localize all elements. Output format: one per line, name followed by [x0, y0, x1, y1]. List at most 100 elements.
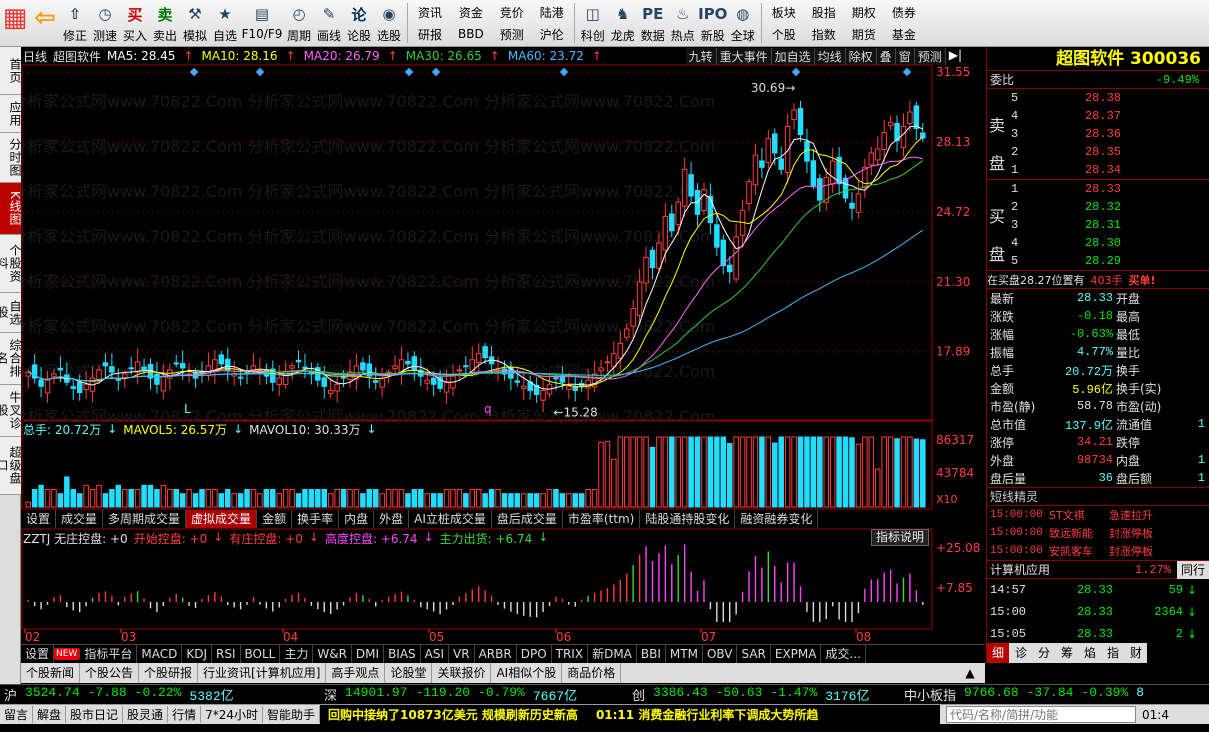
- toolbar.buttons-7[interactable]: ★ 自选: [210, 0, 240, 46]
- index-item[interactable]: 中小板指 9766.68 -37.84 -0.39% 8: [900, 685, 1148, 704]
- buy-level[interactable]: 4 28.30: [987, 234, 1209, 252]
- collapse-up-icon[interactable]: ▲: [955, 663, 985, 683]
- event-diamond-icon[interactable]: [431, 67, 441, 77]
- bottom-tab-1[interactable]: NEW: [54, 648, 81, 660]
- peer-button[interactable]: 同行: [1176, 560, 1209, 579]
- status-item-0[interactable]: 留言: [0, 706, 34, 723]
- toolbar.buttons2-5[interactable]: ◍ 全球: [728, 0, 758, 46]
- bottom-tab-13[interactable]: ARBR: [475, 645, 517, 663]
- event-diamond-icon[interactable]: [404, 67, 414, 77]
- buy-level[interactable]: 5 28.29: [987, 252, 1209, 270]
- indicator-tab-2[interactable]: 多周期成交量: [103, 510, 187, 528]
- panel-tab-1[interactable]: 诊: [1010, 643, 1032, 663]
- bottom-tab-20[interactable]: SAR: [737, 645, 771, 663]
- panel-tab-2[interactable]: 分: [1033, 643, 1055, 663]
- toolbar.buttons-8[interactable]: ▤ F10/F9: [240, 0, 284, 46]
- indicator-help-button[interactable]: 指标说明: [871, 529, 930, 546]
- left-tab-5[interactable]: 自选股: [0, 293, 22, 333]
- kline-chart-area[interactable]: 日线 超图软件 MA5: 28.45 ↑ MA10: 28.16 ↑ MA20: 26.…: [21, 47, 985, 643]
- toolbar-link-grid1-7[interactable]: 沪伦: [533, 24, 571, 44]
- info-tab-7[interactable]: AI相似个股: [491, 663, 563, 683]
- info-tab-0[interactable]: 个股新闻: [21, 663, 81, 683]
- panel-tab-6[interactable]: 财: [1125, 643, 1147, 663]
- toolbar-link-grid2-3[interactable]: 指数: [805, 24, 843, 44]
- toolbar.buttons-11[interactable]: 论论股: [344, 0, 374, 46]
- bottom-tab-10[interactable]: BIAS: [384, 645, 421, 663]
- bottom-tab-4[interactable]: KDJ: [182, 645, 212, 663]
- indicator-tab-7[interactable]: 外盘: [374, 510, 410, 528]
- toolbar-link-grid1-1[interactable]: 研报: [411, 24, 449, 44]
- info-tab-6[interactable]: 关联报价: [432, 663, 492, 683]
- indicator-tab-9[interactable]: 盘后成交量: [492, 510, 563, 528]
- toolbar.buttons-9[interactable]: ◴ 周期: [284, 0, 314, 46]
- panel-tab-4[interactable]: 焰: [1079, 643, 1101, 663]
- bottom-tab-3[interactable]: MACD: [137, 645, 183, 663]
- bottom-tab-18[interactable]: MTM: [666, 645, 703, 663]
- indicator-tab-10[interactable]: 市盈率(ttm): [563, 510, 641, 528]
- toolbar.buttons2-0[interactable]: ◫ 科创: [578, 0, 608, 46]
- bottom-tab-15[interactable]: TRIX: [552, 645, 589, 663]
- bottom-tab-14[interactable]: DPO: [517, 645, 552, 663]
- left-tab-3[interactable]: K线图: [0, 183, 22, 235]
- indicator-tab-0[interactable]: 设置: [21, 510, 57, 528]
- toolbar-link-grid2-5[interactable]: 期货: [845, 24, 883, 44]
- left-tab-0[interactable]: 首页: [0, 47, 22, 95]
- left-tab-1[interactable]: 应用: [0, 95, 22, 133]
- event-diamond-icon[interactable]: [255, 67, 265, 77]
- toolbar-link-grid1-3[interactable]: BBD: [451, 24, 491, 44]
- info-tab-1[interactable]: 个股公告: [80, 663, 140, 683]
- buy-level[interactable]: 2 28.32: [987, 198, 1209, 216]
- back-arrow-button[interactable]: ⇦: [30, 0, 60, 46]
- toolbar-link-grid1-5[interactable]: 预测: [493, 24, 531, 44]
- toolbar.buttons-4[interactable]: 买买入: [120, 0, 150, 46]
- status-item-2[interactable]: 股市日记: [66, 706, 124, 723]
- toolbar-link-grid2-1[interactable]: 个股: [765, 24, 803, 44]
- news-ticker[interactable]: 回购中接纳了10873亿美元 规模刷新历史新高 01:11 消费金融行业利率下调成…: [320, 704, 940, 725]
- left-tab-8[interactable]: 超级盘口: [0, 437, 22, 495]
- indicator-tab-4[interactable]: 金额: [257, 510, 293, 528]
- toolbar-link-grid1-0[interactable]: 资讯: [411, 2, 449, 22]
- left-tab-2[interactable]: 分时图: [0, 133, 22, 183]
- toolbar.buttons-5[interactable]: 卖卖出: [150, 0, 180, 46]
- sell-level[interactable]: 5 28.38: [987, 89, 1209, 107]
- info-tab-4[interactable]: 高手观点: [326, 663, 386, 683]
- toolbar.buttons-3[interactable]: ◷ 测速: [90, 0, 120, 46]
- status-item-5[interactable]: 7*24小时: [201, 706, 263, 723]
- left-tab-4[interactable]: 个股资料: [0, 235, 22, 293]
- buy-level[interactable]: 3 28.31: [987, 216, 1209, 234]
- status-item-1[interactable]: 解盘: [33, 706, 67, 723]
- info-tab-5[interactable]: 论股堂: [385, 663, 433, 683]
- indicator-tab-12[interactable]: 融资融券变化: [735, 510, 819, 528]
- indicator-tab-3[interactable]: 虚拟成交量: [186, 510, 258, 528]
- short-line-item[interactable]: 15:00:00 ST文祺 急速拉升: [987, 506, 1209, 524]
- index-item[interactable]: 深 14901.97 -119.20 -0.79% 7667亿: [320, 685, 628, 704]
- event-diamond-icon[interactable]: [791, 67, 801, 77]
- bottom-tab-11[interactable]: ASI: [421, 645, 450, 663]
- bottom-tab-17[interactable]: BBI: [637, 645, 666, 663]
- toolbar-link-grid2-2[interactable]: 股指: [805, 2, 843, 22]
- info-tab-8[interactable]: 商品价格: [562, 663, 622, 683]
- toolbar-link-grid2-7[interactable]: 基金: [885, 24, 923, 44]
- sell-level[interactable]: 2 28.35: [987, 143, 1209, 161]
- info-tab-3[interactable]: 行业资讯[计算机应用]: [198, 663, 327, 683]
- toolbar.buttons-10[interactable]: ✎ 画线: [314, 0, 344, 46]
- status-item-3[interactable]: 股灵通: [123, 706, 169, 723]
- toolbar.buttons2-4[interactable]: IPO 新股: [698, 0, 728, 46]
- short-line-item[interactable]: 15:00:00 致远新能 封涨停板: [987, 524, 1209, 542]
- toolbar-link-grid2-4[interactable]: 期权: [845, 2, 883, 22]
- indicator-tab-5[interactable]: 换手率: [292, 510, 340, 528]
- buy-level[interactable]: 1 28.33: [987, 180, 1209, 198]
- bottom-tab-2[interactable]: 指标平台: [80, 645, 138, 663]
- left-tab-6[interactable]: 综合排名: [0, 333, 22, 385]
- toolbar.buttons2-3[interactable]: ♨ 热点: [668, 0, 698, 46]
- sell-level[interactable]: 1 28.34: [987, 161, 1209, 179]
- toolbar.buttons2-1[interactable]: ♞ 龙虎: [608, 0, 638, 46]
- status-item-6[interactable]: 智能助手: [263, 706, 320, 723]
- search-input[interactable]: [946, 706, 1136, 723]
- toolbar-link-grid1-4[interactable]: 竞价: [493, 2, 531, 22]
- toolbar.buttons-12[interactable]: ◉ 选股: [374, 0, 404, 46]
- status-item-4[interactable]: 行情: [168, 706, 202, 723]
- panel-tab-3[interactable]: 筹: [1056, 643, 1078, 663]
- windows-grid-button[interactable]: ▦: [0, 0, 30, 46]
- toolbar-link-grid2-0[interactable]: 板块: [765, 2, 803, 22]
